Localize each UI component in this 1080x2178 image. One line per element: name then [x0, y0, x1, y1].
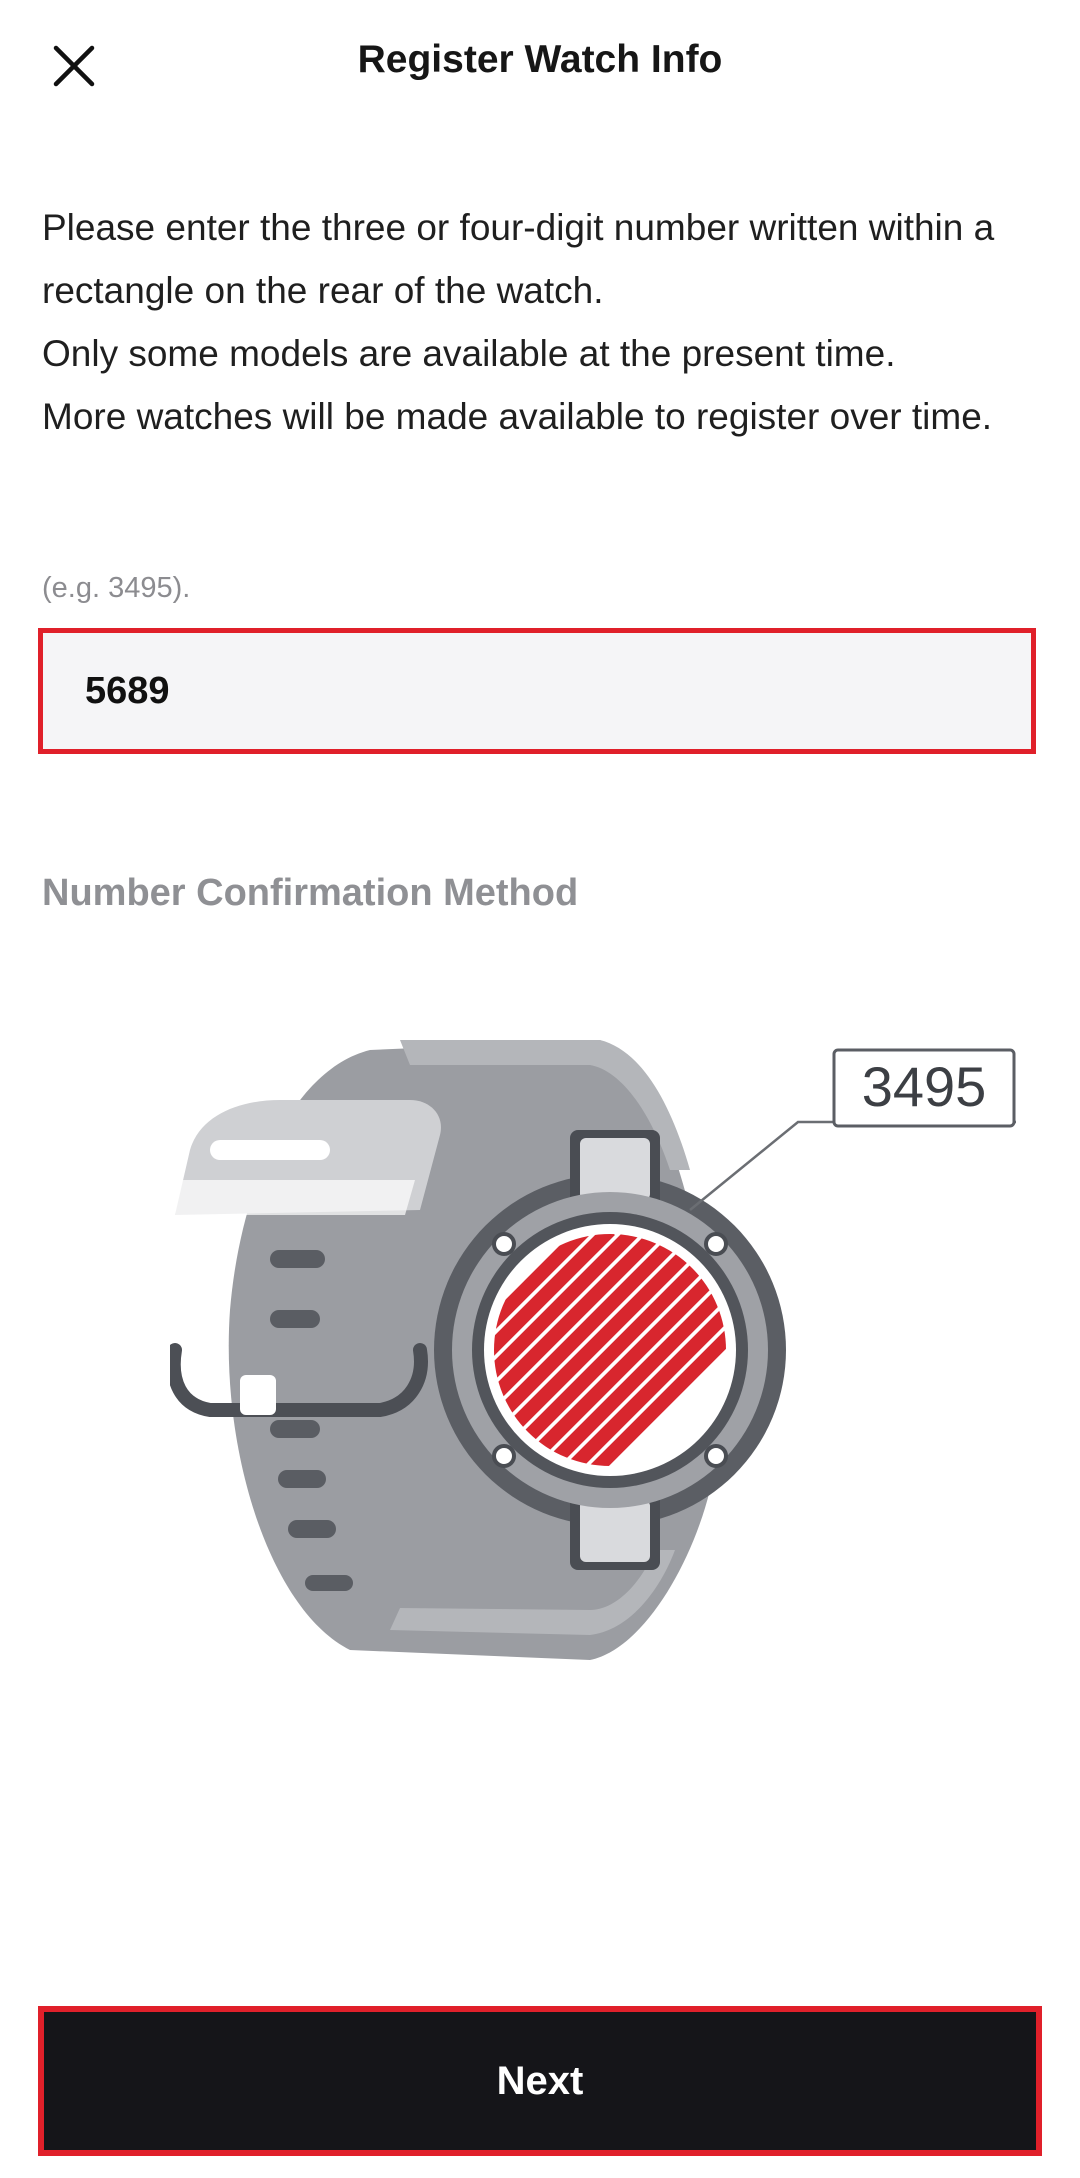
- page-title: Register Watch Info: [357, 38, 723, 81]
- watch-back-illustration: 3495: [170, 1040, 1016, 1660]
- next-button[interactable]: Next: [38, 2006, 1042, 2156]
- register-watch-screen: Register Watch Info Please enter the thr…: [0, 0, 1080, 2178]
- example-number-label: 3495: [862, 1055, 987, 1118]
- top-bar: Register Watch Info: [0, 0, 1080, 130]
- instruction-line: Please enter the three or four-digit num…: [42, 207, 995, 311]
- instruction-line: Only some models are available at the pr…: [42, 333, 896, 374]
- instructions: Please enter the three or four-digit num…: [42, 196, 1042, 448]
- watch-number-input[interactable]: [43, 633, 1031, 749]
- field-hint: (e.g. 3495).: [42, 572, 191, 604]
- instruction-line: More watches will be made available to r…: [42, 396, 993, 437]
- section-title: Number Confirmation Method: [42, 872, 579, 914]
- watch-number-field[interactable]: [38, 628, 1036, 754]
